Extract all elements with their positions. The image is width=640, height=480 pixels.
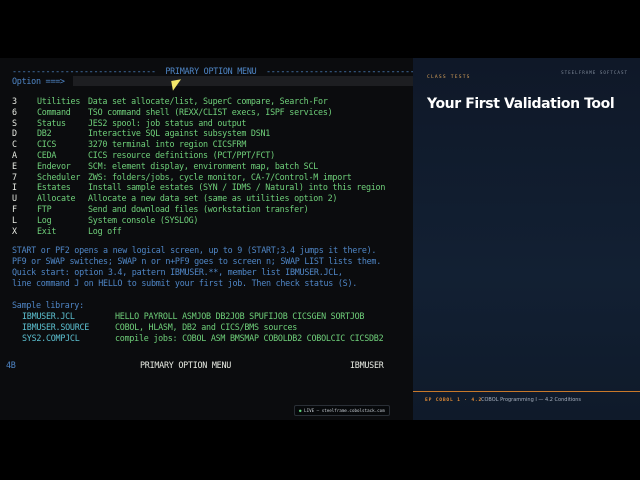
menu-option-name: Scheduler	[37, 171, 81, 182]
menu-option-name: Endevor	[37, 160, 71, 171]
menu-option-e[interactable]: E Endevor SCM: element display, environmen…	[12, 161, 412, 171]
menu-option-name: FTP	[37, 204, 52, 214]
menu-option-name: Estates	[37, 182, 71, 193]
menu-option-d[interactable]: D DB2 Interactive SQL against subsystem DS…	[12, 128, 412, 138]
lesson-title: Your First Validation Tool	[427, 96, 615, 112]
menu-option-key: F	[12, 204, 17, 214]
menu-option-u[interactable]: U Allocate Allocate a new data set (same a…	[12, 193, 412, 203]
menu-option-key: I	[12, 182, 17, 193]
menu-option-key: 3	[12, 96, 17, 106]
menu-option-name: DB2	[37, 128, 52, 139]
menu-option-name: Allocate	[37, 193, 76, 204]
library-row: IBMUSER.SOURCE COBOL, HLASM, DB2 and CICS…	[22, 322, 412, 332]
library-heading: Sample library:	[12, 300, 84, 310]
menu-option-key: A	[12, 150, 17, 160]
video-frame: ------------------------------ PRIMARY O…	[0, 58, 640, 420]
menu-option-description: SCM: element display, environment map, b…	[88, 160, 319, 171]
menu-option-description: 3270 terminal into region CICSFRM	[88, 139, 247, 150]
library-dataset-description: HELLO PAYROLL ASMJOB DB2JOB SPUFIJOB CIC…	[115, 311, 365, 321]
library-dataset-name: IBMUSER.SOURCE	[22, 322, 90, 332]
menu-option-description: JES2 spool: job status and output	[88, 117, 247, 128]
menu-option-name: CICS	[37, 139, 57, 150]
course-footer: EP COBOL 1 · 4.2 COBOL Programming I — 4…	[413, 391, 640, 422]
menu-option-name: Status	[37, 117, 66, 128]
panel-kicker: CLASS TESTS	[427, 75, 471, 80]
status-user: IBMUSER	[350, 360, 384, 370]
library-row: IBMUSER.JCL HELLO PAYROLL ASMJOB DB2JOB S…	[22, 311, 412, 321]
menu-option-name: Command	[37, 106, 71, 117]
panel-title-line: ------------------------------ PRIMARY O…	[12, 66, 413, 76]
live-url-text: LIVE — steelframe.cobolstack.com	[304, 408, 385, 413]
course-code: EP COBOL 1 · 4.2	[425, 398, 483, 403]
menu-option-x[interactable]: X Exit Log off	[12, 226, 412, 236]
option-command-input[interactable]	[73, 76, 413, 86]
menu-option-description: TSO command shell (REXX/CLIST execs, ISP…	[88, 106, 333, 117]
mouse-pointer-icon	[171, 79, 183, 91]
library-dataset-description: compile jobs: COBOL ASM BMSMAP COBOLDB2 …	[115, 333, 384, 343]
menu-option-l[interactable]: L Log System console (SYSLOG)	[12, 215, 412, 225]
course-title: COBOL Programming I — 4.2 Conditions	[481, 397, 582, 403]
menu-option-a[interactable]: A CEDA CICS resource definitions (PCT/PPT/…	[12, 150, 412, 160]
menu-option-description: Install sample estates (SYN / IDMS / Nat…	[88, 182, 386, 193]
menu-option-f[interactable]: F FTP Send and download files (workstation…	[12, 204, 412, 214]
status-center: PRIMARY OPTION MENU	[140, 360, 232, 370]
menu-option-name: Utilities	[37, 96, 81, 106]
menu-option-key: 7	[12, 171, 17, 182]
menu-option-key: S	[12, 117, 17, 128]
lesson-side-panel: CLASS TESTS STEELFRAME SOFTCAST Your Fir…	[413, 58, 640, 420]
help-line: PF9 or SWAP switches; SWAP n or n+PF9 go…	[12, 256, 381, 266]
option-label: Option ===>	[12, 76, 65, 86]
menu-option-name: CEDA	[37, 150, 57, 160]
menu-option-description: Log off	[88, 225, 122, 236]
menu-option-key: 6	[12, 106, 17, 117]
menu-option-description: CICS resource definitions (PCT/PPT/FCT)	[88, 150, 275, 160]
menu-option-7[interactable]: 7 Scheduler ZWS: folders/jobs, cycle monit…	[12, 172, 412, 182]
menu-option-key: D	[12, 128, 17, 139]
menu-option-description: ZWS: folders/jobs, cycle monitor, CA-7/C…	[88, 171, 352, 182]
menu-option-c[interactable]: C CICS 3270 terminal into region CICSFRM	[12, 139, 412, 149]
library-row: SYS2.COMPJCL compile jobs: COBOL ASM BMSM…	[22, 333, 412, 343]
library-dataset-name: SYS2.COMPJCL	[22, 333, 80, 343]
menu-option-description: Allocate a new data set (same as utiliti…	[88, 193, 338, 204]
menu-option-s[interactable]: S Status JES2 spool: job status and output	[12, 118, 412, 128]
menu-option-description: Interactive SQL against subsystem DSN1	[88, 128, 271, 139]
library-dataset-description: COBOL, HLASM, DB2 and CICS/BMS sources	[115, 322, 298, 332]
menu-option-3[interactable]: 3 Utilities Data set allocate/list, SuperC…	[12, 96, 412, 106]
ispf-terminal[interactable]: ------------------------------ PRIMARY O…	[0, 58, 413, 420]
help-line: line command J on HELLO to submit your f…	[12, 278, 358, 288]
help-line: Quick start: option 3.4, pattern IBMUSER…	[12, 267, 343, 277]
menu-option-description: System console (SYSLOG)	[88, 214, 199, 225]
library-dataset-name: IBMUSER.JCL	[22, 311, 75, 321]
menu-option-description: Data set allocate/list, SuperC compare, …	[88, 96, 328, 106]
menu-option-6[interactable]: 6 Command TSO command shell (REXX/CLIST ex…	[12, 107, 412, 117]
status-left: 4B	[6, 360, 16, 370]
menu-option-description: Send and download files (workstation tra…	[88, 204, 309, 214]
menu-option-key: U	[12, 193, 17, 204]
menu-option-key: C	[12, 139, 17, 150]
menu-option-name: Exit	[37, 225, 57, 236]
live-url-badge[interactable]: ● LIVE — steelframe.cobolstack.com	[294, 405, 390, 416]
menu-option-key: L	[12, 214, 17, 225]
menu-option-key: E	[12, 160, 17, 171]
menu-option-key: X	[12, 225, 17, 236]
help-line: START or PF2 opens a new logical screen,…	[12, 245, 377, 255]
panel-brand: STEELFRAME SOFTCAST	[561, 70, 628, 75]
menu-option-name: Log	[37, 214, 52, 225]
menu-option-i[interactable]: I Estates Install sample estates (SYN / ID…	[12, 182, 412, 192]
